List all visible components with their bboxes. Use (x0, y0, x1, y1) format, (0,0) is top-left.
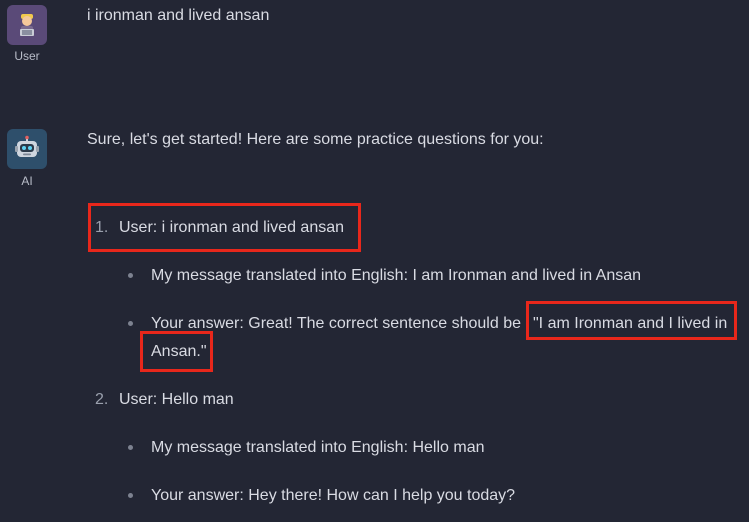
list-item-text: User: i ironman and lived ansan (119, 219, 345, 236)
user-sender-label: User (14, 49, 40, 63)
user-message-text: i ironman and lived ansan (87, 7, 270, 24)
list-item-number: 2. (95, 391, 109, 408)
bullet-dot (128, 273, 133, 278)
ai-avatar (7, 129, 47, 169)
bullet-text: Your answer: Hey there! How can I help y… (151, 487, 516, 504)
bullet-text: My message translated into English: Hell… (151, 439, 485, 456)
bullet-text-quote: "I am Ironman and I lived in (533, 315, 728, 332)
bullet-text: My message translated into English: I am… (151, 267, 642, 284)
bullet-dot (128, 493, 133, 498)
list-item-text: User: Hello man (119, 391, 234, 408)
bullet-dot (128, 321, 133, 326)
ai-intro-text: Sure, let's get started! Here are some p… (87, 131, 544, 148)
bullet-dot (128, 445, 133, 450)
robot-icon (15, 135, 39, 157)
chat-transcript: User i ironman and lived ansan AI Sure, … (0, 0, 749, 522)
person-laptop-icon (20, 14, 34, 36)
bullet-text-prefix: Your answer: Great! The correct sentence… (151, 315, 521, 332)
user-avatar (7, 5, 47, 45)
list-item-number: 1. (95, 219, 109, 236)
ai-sender-label: AI (21, 174, 33, 188)
bullet-text-quote-continued: Ansan." (151, 343, 207, 360)
